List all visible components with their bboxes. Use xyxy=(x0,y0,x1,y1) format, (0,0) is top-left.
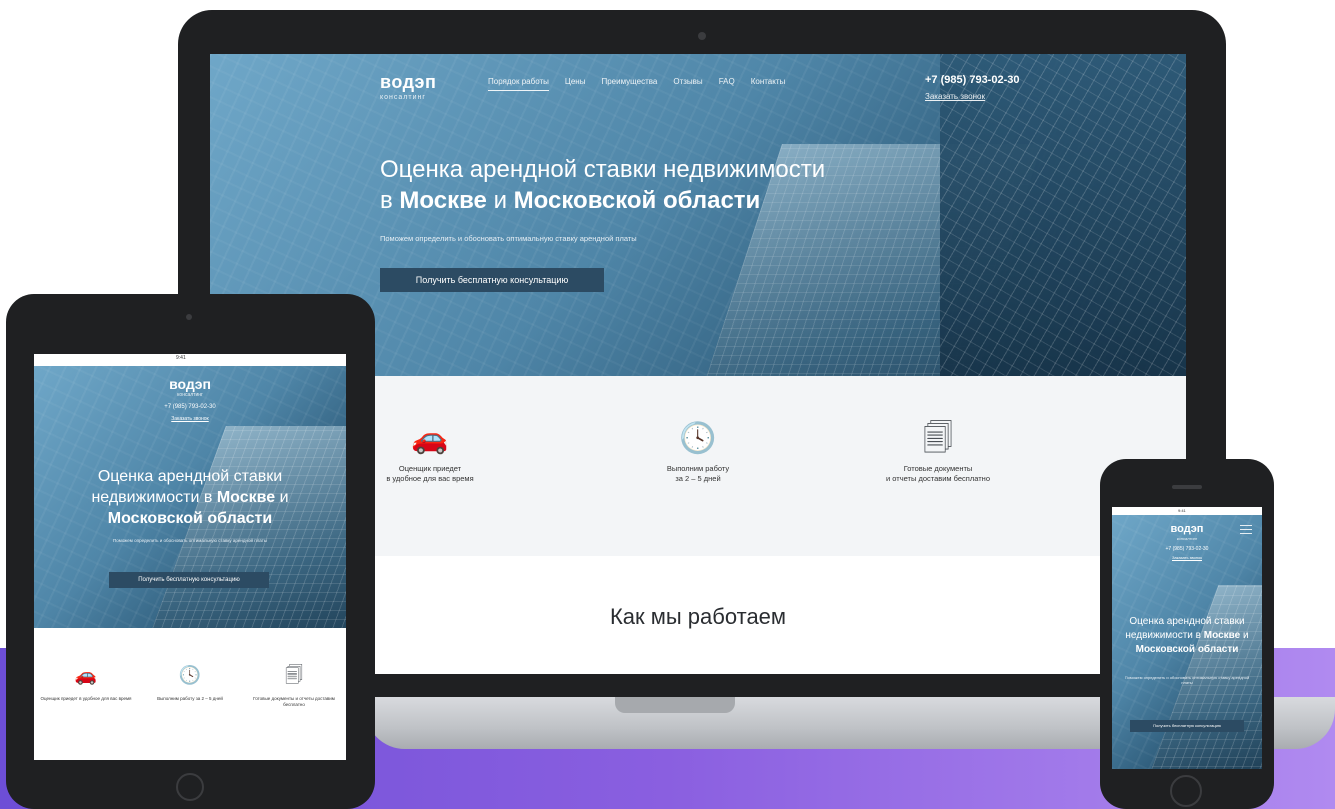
hamburger-menu-icon[interactable] xyxy=(1240,525,1252,534)
hero-subtitle: Поможем определить и обосновать оптималь… xyxy=(1124,675,1250,685)
documents-icon: 🗐 xyxy=(923,422,953,455)
hero-section: водэп консалтинг +7 (985) 793-02-30 Зака… xyxy=(1112,515,1262,769)
feature-text: Выполним работу xyxy=(666,464,730,473)
menu-item-contacts[interactable]: Контакты xyxy=(751,77,786,91)
menu-item-reviews[interactable]: Отзывы xyxy=(673,77,702,91)
consultation-button[interactable]: Получить бесплатную консультацию xyxy=(1130,720,1244,732)
hero-title: Оценка арендной ставки недвижимости в Мо… xyxy=(54,466,326,529)
hero-title: Оценка арендной ставки недвижимости в Мос… xyxy=(380,154,940,216)
consultation-button[interactable]: Получить бесплатную консультацию xyxy=(109,572,269,588)
hero-section: водэп консалтинг +7 (985) 793-02-30 Зака… xyxy=(34,366,346,628)
logo-subtitle: консалтинг xyxy=(1176,536,1198,541)
hero-subtitle: Поможем определить и обосновать оптималь… xyxy=(113,538,267,543)
logo[interactable]: водэп xyxy=(34,376,346,392)
laptop-camera xyxy=(698,32,706,40)
tablet-screen: 9:41 водэп консалтинг +7 (985) 793-02-30… xyxy=(34,354,346,760)
hero-title-and: и xyxy=(275,489,289,506)
hero-subtitle: Поможем определить и обосновать оптималь… xyxy=(380,234,637,243)
feature-item: 🗐 Готовые документы и отчеты доставим бе… xyxy=(248,666,340,708)
callback-link[interactable]: Заказать звонок xyxy=(925,92,985,101)
hero-title-and: и xyxy=(1240,630,1249,641)
feature-item: 🗐 Готовые документы и отчеты доставим бе… xyxy=(838,424,1038,484)
phone-number[interactable]: +7 (985) 793-02-30 xyxy=(925,74,1019,86)
car-icon: 🚗 xyxy=(74,665,98,685)
feature-text: Готовые документы xyxy=(903,464,973,473)
phone-home-button xyxy=(1170,775,1202,807)
hero-title-prefix: в xyxy=(380,187,400,214)
hero-title-region: Московской области xyxy=(513,187,761,214)
feature-item: 🚗 Оценщик приедет в удобное для вас врем… xyxy=(40,666,132,702)
tablet-camera xyxy=(186,314,192,320)
feature-text: Готовые документы и отчеты доставим бесп… xyxy=(253,696,335,707)
hero-title-line1: Оценка арендной ставки недвижимости xyxy=(380,156,826,183)
phone-screen: 9:41 водэп консалтинг +7 (985) 793-02-30… xyxy=(1112,507,1262,769)
callback-link[interactable]: Заказать звонок xyxy=(1112,555,1262,560)
callback-link[interactable]: Заказать звонок xyxy=(34,416,346,422)
feature-text: за 2 – 5 дней xyxy=(675,474,721,483)
hero-title-region: Московской области xyxy=(1135,644,1239,655)
menu-item-prices[interactable]: Цены xyxy=(565,77,586,91)
phone-speaker xyxy=(1172,485,1202,489)
main-menu: Порядок работы Цены Преимущества Отзывы … xyxy=(488,77,785,91)
feature-item: 🕓 Выполним работу за 2 – 5 дней xyxy=(598,424,798,484)
status-time: 9:41 xyxy=(176,355,186,361)
logo[interactable]: водэп xyxy=(380,72,436,93)
logo-subtitle: консалтинг xyxy=(380,94,426,101)
header-nav: водэп консалтинг Порядок работы Цены Пре… xyxy=(380,72,1166,112)
phone-number[interactable]: +7 (985) 793-02-30 xyxy=(34,404,346,410)
tablet-frame: 9:41 водэп консалтинг +7 (985) 793-02-30… xyxy=(6,294,375,809)
phone-number[interactable]: +7 (985) 793-02-30 xyxy=(1112,546,1262,552)
status-bar: 9:41 xyxy=(1112,507,1262,515)
history-clock-icon: 🕓 xyxy=(679,422,717,455)
feature-text: Оценщик приедет xyxy=(398,464,462,473)
laptop-notch xyxy=(615,697,735,713)
status-bar: 9:41 xyxy=(34,354,346,366)
consultation-button[interactable]: Получить бесплатную консультацию xyxy=(380,268,604,292)
hero-title-region: Московской области xyxy=(107,510,273,527)
hero-title: Оценка арендной ставки недвижимости в Мо… xyxy=(1116,615,1258,657)
logo-subtitle: консалтинг xyxy=(177,392,203,398)
feature-item: 🕓 Выполним работу за 2 – 5 дней xyxy=(144,666,236,702)
feature-text: Выполним работу за 2 – 5 дней xyxy=(157,696,223,701)
hero-title-city: Москве xyxy=(1203,630,1241,641)
menu-item-advantages[interactable]: Преимущества xyxy=(601,77,657,91)
documents-icon: 🗐 xyxy=(285,665,303,685)
hero-title-city: Москве xyxy=(216,489,276,506)
menu-item-faq[interactable]: FAQ xyxy=(719,77,735,91)
phone-frame: 9:41 водэп консалтинг +7 (985) 793-02-30… xyxy=(1100,459,1274,809)
tablet-home-button xyxy=(176,773,204,801)
features-section: 🚗 Оценщик приедет в удобное для вас врем… xyxy=(34,628,346,760)
status-time: 9:41 xyxy=(1178,508,1186,513)
menu-item-process[interactable]: Порядок работы xyxy=(488,77,549,91)
history-clock-icon: 🕓 xyxy=(178,665,202,685)
hero-title-city: Москве xyxy=(399,187,487,214)
feature-text: в удобное для вас время xyxy=(386,474,474,483)
feature-text: и отчеты доставим бесплатно xyxy=(885,474,990,483)
hero-title-and: и xyxy=(486,187,514,214)
feature-text: Оценщик приедет в удобное для вас время xyxy=(40,696,132,701)
